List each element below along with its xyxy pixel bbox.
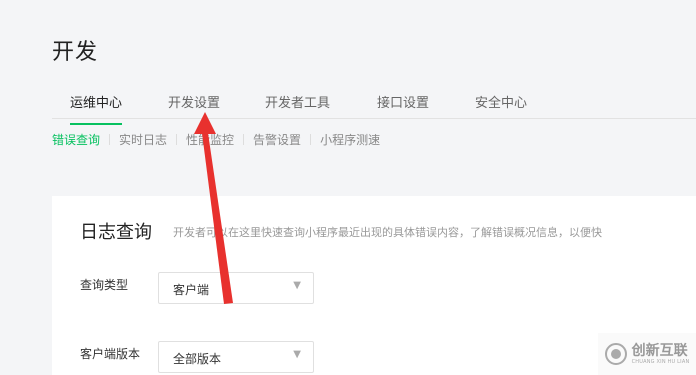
subtab-error-query[interactable]: 错误查询 [52, 131, 100, 148]
subtab-performance-monitor[interactable]: 性能监控 [186, 131, 234, 148]
chevron-down-icon: ▼ [293, 280, 301, 291]
brand-logo-icon [604, 343, 627, 365]
tab-dev-settings[interactable]: 开发设置 [168, 92, 220, 111]
subtab-realtime-log[interactable]: 实时日志 [119, 131, 167, 148]
query-type-select[interactable]: 客户端 ▼ [158, 272, 314, 304]
divider [109, 133, 111, 145]
watermark-text: 创新互联 [631, 342, 688, 359]
subtab-speed-test[interactable]: 小程序测速 [320, 131, 380, 148]
page-title: 开发 [52, 40, 99, 65]
tab-dev-tools[interactable]: 开发者工具 [265, 92, 330, 111]
divider [310, 133, 312, 145]
client-version-value: 全部版本 [173, 352, 222, 366]
tab-security-center[interactable]: 安全中心 [475, 92, 527, 111]
client-version-select[interactable]: 全部版本 ▼ [158, 341, 314, 373]
subtab-alert-settings[interactable]: 告警设置 [253, 131, 301, 148]
client-version-label: 客户端版本 [80, 347, 141, 361]
section-title: 日志查询 [80, 222, 152, 243]
watermark: 创新互联 CHUANG XIN HU LIAN [598, 333, 696, 375]
divider [243, 133, 245, 145]
tab-ops-center[interactable]: 运维中心 [70, 92, 123, 125]
chevron-down-icon: ▼ [293, 349, 301, 360]
watermark-subtext: CHUANG XIN HU LIAN [631, 358, 690, 365]
tab-api-settings[interactable]: 接口设置 [377, 92, 429, 111]
sub-tab-bar: 错误查询 实时日志 性能监控 告警设置 小程序测速 [52, 124, 696, 154]
section-description: 开发者可以在这里快速查询小程序最近出现的具体错误内容，了解错误概况信息，以便快 [173, 226, 602, 239]
divider [176, 133, 178, 145]
query-type-value: 客户端 [173, 283, 210, 297]
main-tab-bar: 运维中心 开发设置 开发者工具 接口设置 安全中心 [52, 88, 696, 125]
query-type-label: 查询类型 [80, 278, 129, 292]
